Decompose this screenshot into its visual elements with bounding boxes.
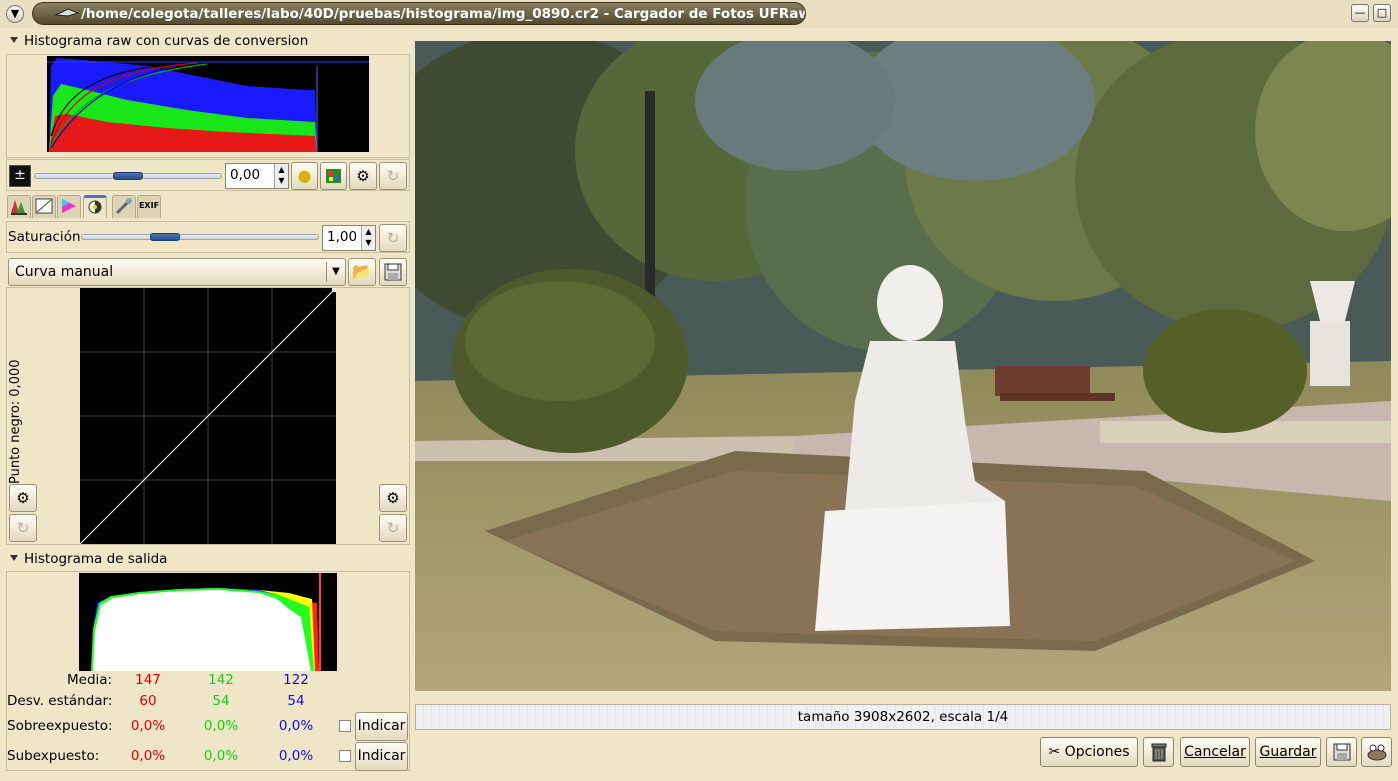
- minimize-button[interactable]: —: [1351, 4, 1369, 22]
- auto-black-point-gears-icon[interactable]: ⚙: [9, 484, 37, 512]
- color-management-icon: [62, 199, 76, 213]
- over-red-value: 0,0%: [130, 718, 166, 734]
- lens-icon: [115, 198, 132, 215]
- reset-exposure-icon[interactable]: ↻: [379, 162, 407, 190]
- correction-curve-icon: [88, 200, 102, 214]
- auto-adjust-gears-icon[interactable]: ⚙: [349, 162, 377, 190]
- under-red-value: 0,0%: [130, 748, 166, 764]
- output-histogram: [79, 573, 337, 671]
- photo-preview[interactable]: [415, 41, 1391, 691]
- under-blue-value: 0,0%: [278, 748, 314, 764]
- tab-white-balance[interactable]: [7, 195, 31, 218]
- save-button[interactable]: Guardar: [1255, 737, 1321, 767]
- delete-button[interactable]: [1143, 737, 1174, 767]
- save-disk-icon: [1333, 743, 1350, 761]
- grayscale-icon: [35, 198, 53, 214]
- options-button[interactable]: ✂ Opciones: [1040, 737, 1138, 767]
- curve-editor[interactable]: [80, 288, 336, 544]
- output-histogram-header[interactable]: Histograma de salida: [4, 548, 410, 570]
- auto-curve-gears-icon[interactable]: ⚙: [379, 484, 407, 512]
- mean-blue-value: 122: [283, 672, 309, 688]
- auto-exposure-bulb-icon[interactable]: ●: [291, 162, 318, 190]
- tab-correction-curve[interactable]: [83, 195, 107, 218]
- cancel-button[interactable]: Cancelar: [1180, 737, 1250, 767]
- tab-exif[interactable]: EXIF: [137, 195, 161, 218]
- save-disk-icon: [384, 263, 402, 281]
- reset-saturation-icon[interactable]: ↻: [379, 224, 407, 252]
- mean-green-value: 142: [208, 672, 234, 688]
- over-green-value: 0,0%: [203, 718, 239, 734]
- std-red-value: 60: [139, 693, 157, 709]
- open-curve-folder-icon[interactable]: 📂: [348, 258, 376, 286]
- mean-label: Media:: [67, 672, 113, 688]
- tab-lens[interactable]: [112, 195, 136, 218]
- maximize-button[interactable]: □: [1373, 4, 1391, 22]
- saturation-spin-arrows[interactable]: ▲ ▼: [361, 226, 375, 250]
- indicate-overexposed-button[interactable]: Indicar: [355, 712, 408, 741]
- over-blue-value: 0,0%: [278, 718, 314, 734]
- std-green-value: 54: [212, 693, 230, 709]
- saturation-label: Saturación: [8, 229, 81, 245]
- tab-color-management[interactable]: [57, 195, 81, 218]
- reset-black-point-icon[interactable]: ↻: [9, 514, 37, 542]
- std-label: Desv. estándar:: [7, 693, 113, 709]
- gimp-icon: [1367, 744, 1386, 761]
- send-to-gimp-button[interactable]: [1361, 737, 1392, 767]
- raw-histogram: [47, 56, 369, 152]
- chevron-down-icon: ▼: [326, 262, 345, 282]
- window-title: /home/colegota/talleres/labo/40D/pruebas…: [32, 2, 806, 25]
- underexposed-label: Subexpuesto:: [7, 748, 100, 764]
- window-menu-button[interactable]: ▼: [6, 5, 24, 23]
- reset-curve-icon[interactable]: ↻: [379, 514, 407, 542]
- saturation-slider[interactable]: [81, 234, 319, 240]
- save-curve-button[interactable]: [379, 258, 407, 286]
- mean-red-value: 147: [135, 672, 161, 688]
- underexposed-checkbox[interactable]: [339, 750, 351, 762]
- save-as-button[interactable]: [1326, 737, 1357, 767]
- restore-details-button[interactable]: [320, 162, 347, 190]
- highlight-mosaic-icon: [326, 169, 341, 183]
- exposure-icon: ±: [9, 165, 31, 187]
- exposure-slider-knob[interactable]: [113, 172, 143, 180]
- status-bar: tamaño 3908x2602, escala 1/4: [415, 704, 1391, 730]
- collapse-triangle-icon: [10, 555, 18, 561]
- trash-can-icon: [1151, 743, 1166, 762]
- std-blue-value: 54: [287, 693, 305, 709]
- overexposed-label: Sobreexpuesto:: [7, 718, 113, 734]
- indicate-underexposed-button[interactable]: Indicar: [355, 742, 408, 771]
- ufraw-app-icon: [54, 8, 80, 17]
- saturation-slider-knob[interactable]: [150, 233, 180, 241]
- raw-histogram-header[interactable]: Histograma raw con curvas de conversion: [4, 30, 410, 52]
- curve-select[interactable]: Curva manual ▼: [8, 258, 346, 286]
- collapse-triangle-icon: [10, 37, 18, 43]
- exif-icon: EXIF: [138, 201, 160, 210]
- tools-icon: ✂: [1048, 744, 1061, 760]
- exposure-spin-arrows[interactable]: ▲ ▼: [274, 164, 288, 188]
- tab-grayscale[interactable]: [32, 195, 56, 218]
- overexposed-checkbox[interactable]: [339, 720, 351, 732]
- under-green-value: 0,0%: [203, 748, 239, 764]
- white-balance-icon: [11, 200, 27, 215]
